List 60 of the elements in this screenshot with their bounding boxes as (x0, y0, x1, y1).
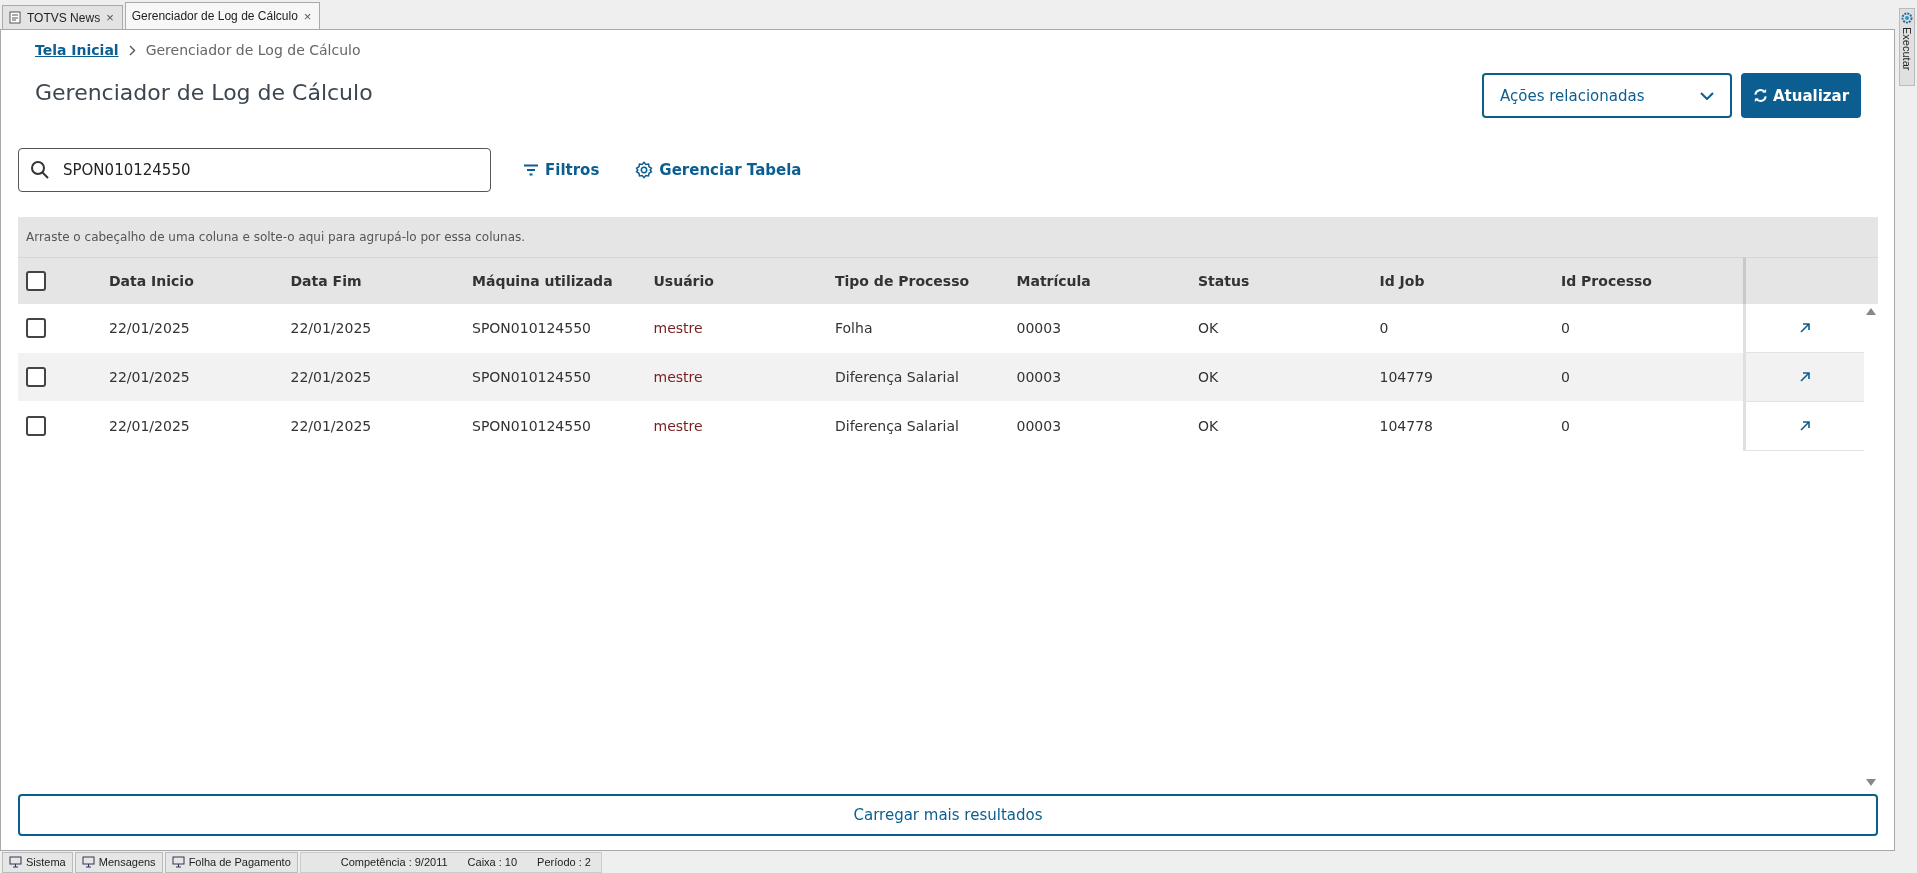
select-all-checkbox[interactable] (26, 271, 46, 291)
scroll-up-icon[interactable] (1866, 308, 1876, 315)
close-tab-button[interactable]: × (303, 8, 312, 24)
refresh-button[interactable]: Atualizar (1741, 73, 1861, 118)
group-hint: Arraste o cabeçalho de uma coluna e solte-o aqui para agrupá-lo por essa colunas. (26, 230, 526, 244)
column-header[interactable]: Máquina utilizada (472, 257, 654, 304)
status-field: Competência : 9/2011 (340, 856, 448, 868)
refresh-icon (1752, 88, 1768, 103)
load-more-button[interactable]: Carregar mais resultados (18, 794, 1878, 836)
column-header[interactable]: Id Processo (1561, 257, 1743, 304)
column-header[interactable]: Data Inicio (109, 257, 291, 304)
table-cell: Diferença Salarial (835, 353, 1017, 401)
settings-icon (1901, 12, 1913, 24)
breadcrumb-current: Gerenciador de Log de Cálculo (145, 42, 361, 58)
column-header[interactable]: Data Fim (290, 257, 472, 304)
chevron-right-icon (128, 44, 136, 56)
open-link-icon[interactable] (1799, 372, 1810, 382)
status-field: Caixa : 10 (467, 856, 518, 868)
row-checkbox[interactable] (26, 318, 46, 338)
monitor-icon (171, 856, 185, 868)
monitor-icon (9, 856, 22, 868)
scroll-down-icon[interactable] (1866, 779, 1876, 786)
tab-label: TOTVS News (27, 10, 101, 25)
column-header[interactable]: Status (1198, 257, 1380, 304)
search-field[interactable]: SPON010124550 (18, 148, 491, 192)
row-checkbox[interactable] (26, 367, 46, 387)
tab-label: Gerenciador de Log de Cálculo (131, 9, 298, 23)
table-cell: 104779 (1379, 353, 1561, 401)
table-cell: 22/01/2025 (109, 353, 291, 401)
table-cell: 00003 (1016, 353, 1198, 401)
close-tab-button[interactable]: × (106, 10, 114, 25)
column-header[interactable]: Usuário (653, 257, 835, 304)
document-tab[interactable]: TOTVS News × (2, 5, 123, 29)
column-header[interactable]: Id Job (1379, 257, 1561, 304)
table-cell: 0 (1561, 353, 1743, 401)
status-button[interactable]: Mensagens (74, 851, 163, 873)
search-icon (30, 160, 50, 180)
status-field: Período : 2 (537, 856, 591, 868)
page-title: Gerenciador de Log de Cálculo (35, 80, 373, 105)
document-icon (9, 11, 21, 24)
filter-icon (523, 164, 539, 176)
table-cell: 22/01/2025 (290, 353, 472, 401)
chevron-down-icon (1700, 91, 1714, 100)
side-panel-tab[interactable]: Executar (1899, 8, 1915, 86)
open-link-icon[interactable] (1799, 323, 1810, 333)
table-cell: mestre (653, 353, 835, 401)
column-header[interactable]: Tipo de Processo (835, 257, 1017, 304)
breadcrumb-link[interactable]: Tela Inicial (35, 42, 119, 58)
settings-icon (635, 161, 654, 179)
related-actions-dropdown[interactable]: Ações relacionadas (1482, 73, 1732, 118)
table-cell: OK (1198, 353, 1380, 401)
status-button[interactable]: Folha de Pagamento (164, 851, 298, 873)
table-cell: SPON010124550 (472, 353, 654, 401)
manage-table-button[interactable]: Gerenciar Tabela (631, 157, 806, 183)
document-tab[interactable]: Gerenciador de Log de Cálculo × (124, 2, 321, 29)
status-button[interactable]: Sistema (2, 851, 73, 873)
row-checkbox[interactable] (26, 416, 46, 436)
filters-button[interactable]: Filtros (519, 157, 604, 183)
open-link-icon[interactable] (1799, 421, 1810, 431)
column-header[interactable]: Matrícula (1016, 257, 1198, 304)
